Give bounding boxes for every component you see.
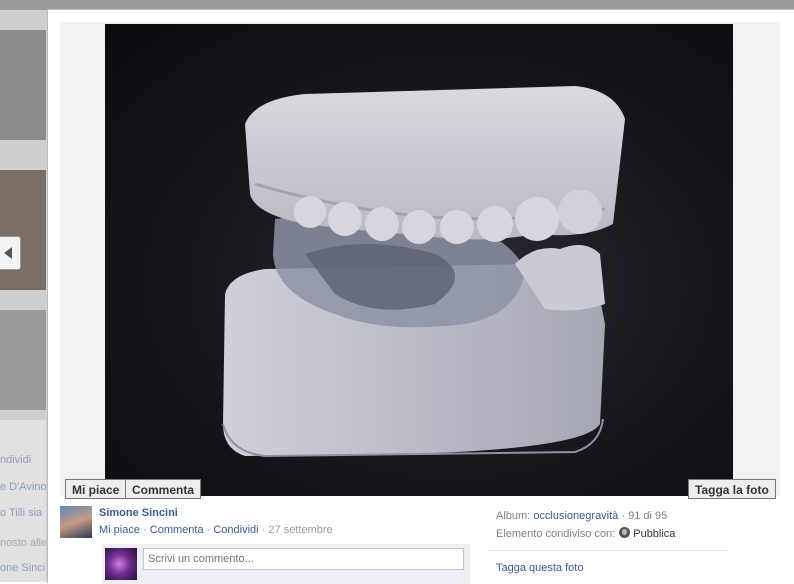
comment-box: [102, 544, 470, 584]
background-text: o Tilli sia: [0, 507, 43, 519]
audience-row: Elemento condiviso con: Pubblica: [496, 525, 736, 543]
globe-icon: [619, 527, 631, 538]
like-link[interactable]: Mi piace: [99, 524, 140, 536]
photo-viewer: Mi piace Commenta Tagga la foto Simone S…: [47, 9, 794, 584]
separator: ·: [261, 524, 266, 536]
background-text: nosto alle: [0, 537, 46, 549]
photo[interactable]: [105, 24, 733, 496]
shared-with-label: Elemento condiviso con:: [496, 528, 616, 540]
chevron-left-icon: [4, 247, 12, 259]
background-thumbnail: [0, 30, 46, 140]
album-row: Album: occlusionegravità · 91 di 95: [496, 507, 736, 525]
divider: [489, 550, 729, 551]
tag-this-photo-link[interactable]: Tagga questa foto: [496, 562, 583, 574]
comment-photo-button[interactable]: Commenta: [125, 479, 202, 499]
background-thumbnail: [0, 310, 46, 410]
audience-value[interactable]: Pubblica: [633, 528, 675, 540]
background-text: ndividi: [0, 454, 32, 466]
tag-photo-button[interactable]: Tagga la foto: [688, 479, 776, 499]
post-actions: Mi piace · Commenta · Condividi · 27 set…: [99, 524, 333, 536]
viewer-avatar: [105, 548, 137, 580]
photo-stage[interactable]: Mi piace Commenta Tagga la foto: [60, 22, 780, 499]
separator: ·: [206, 524, 211, 536]
previous-photo-button[interactable]: [0, 236, 21, 270]
album-label: Album:: [496, 510, 531, 522]
comment-input[interactable]: [143, 548, 464, 570]
photo-info: Album: occlusionegravità · 91 di 95 Elem…: [496, 507, 736, 543]
background-text: one Sinci: [0, 562, 46, 574]
background-text: e D'Avino,: [0, 481, 46, 493]
like-photo-button[interactable]: Mi piace: [65, 479, 127, 499]
author-avatar[interactable]: [60, 506, 92, 538]
album-link[interactable]: occlusionegravità: [533, 510, 618, 522]
separator: ·: [143, 524, 147, 536]
author-name[interactable]: Simone Sincini: [99, 507, 178, 519]
photo-position: · 91 di 95: [621, 510, 668, 522]
share-link[interactable]: Condividi: [213, 524, 258, 536]
background-text-column: ndividi e D'Avino, o Tilli sia nosto all…: [0, 420, 46, 582]
background-thumbnail: [0, 170, 46, 290]
dental-cast-image: [222, 86, 625, 458]
post-date[interactable]: 27 settembre: [268, 524, 332, 536]
comment-link[interactable]: Commenta: [150, 524, 204, 536]
